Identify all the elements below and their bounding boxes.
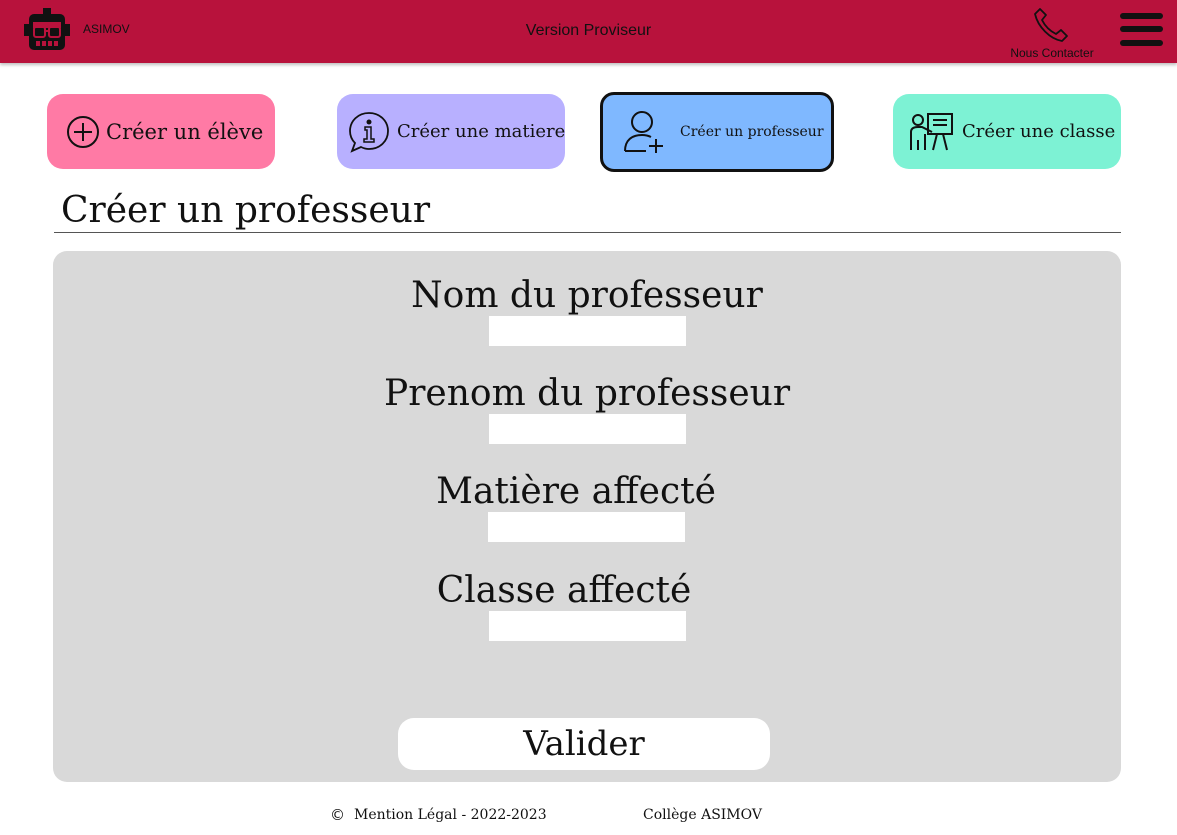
create-teacher-button[interactable]: Créer un professeur <box>600 92 834 172</box>
teacher-board-icon <box>908 112 954 152</box>
user-add-icon <box>622 109 666 155</box>
teacher-firstname-label: Prenom du professeur <box>383 373 791 414</box>
assigned-class-input[interactable] <box>489 611 686 641</box>
copyright-icon: © <box>330 806 345 824</box>
footer-college: Collège ASIMOV <box>643 807 762 823</box>
page-title: Créer un professeur <box>61 190 431 231</box>
create-student-label: Créer un élève <box>106 119 264 144</box>
teacher-lastname-input[interactable] <box>489 316 686 346</box>
teacher-firstname-input[interactable] <box>489 414 686 444</box>
info-bubble-icon <box>347 110 391 154</box>
create-subject-label: Créer une matiere <box>397 121 566 142</box>
contact-link[interactable]: Nous Contacter <box>1002 4 1102 62</box>
create-class-label: Créer une classe <box>962 121 1116 142</box>
validate-button[interactable]: Valider <box>398 718 770 770</box>
hamburger-menu-icon[interactable] <box>1120 13 1164 49</box>
create-subject-button[interactable]: Créer une matiere <box>337 94 565 169</box>
assigned-subject-input[interactable] <box>488 512 685 542</box>
version-label: Version Proviseur <box>525 22 652 39</box>
header-bar: ASIMOV Version Proviseur Nous Contacter <box>0 0 1177 63</box>
plus-circle-icon <box>66 115 100 149</box>
create-teacher-label: Créer un professeur <box>680 124 824 140</box>
teacher-lastname-label: Nom du professeur <box>411 275 763 316</box>
footer-legal: © Mention Légal - 2022-2023 <box>330 806 547 824</box>
create-student-button[interactable]: Créer un élève <box>47 94 275 169</box>
assigned-subject-label: Matière affecté <box>436 471 716 512</box>
title-divider <box>54 232 1121 233</box>
legal-mention-link[interactable]: Mention Légal - 2022-2023 <box>354 807 547 823</box>
create-class-button[interactable]: Créer une classe <box>893 94 1121 169</box>
teacher-form: Nom du professeur Prenom du professeur M… <box>53 251 1121 782</box>
contact-label: Nous Contacter <box>1010 46 1094 60</box>
assigned-class-label: Classe affecté <box>436 570 692 611</box>
phone-icon <box>1034 8 1068 42</box>
